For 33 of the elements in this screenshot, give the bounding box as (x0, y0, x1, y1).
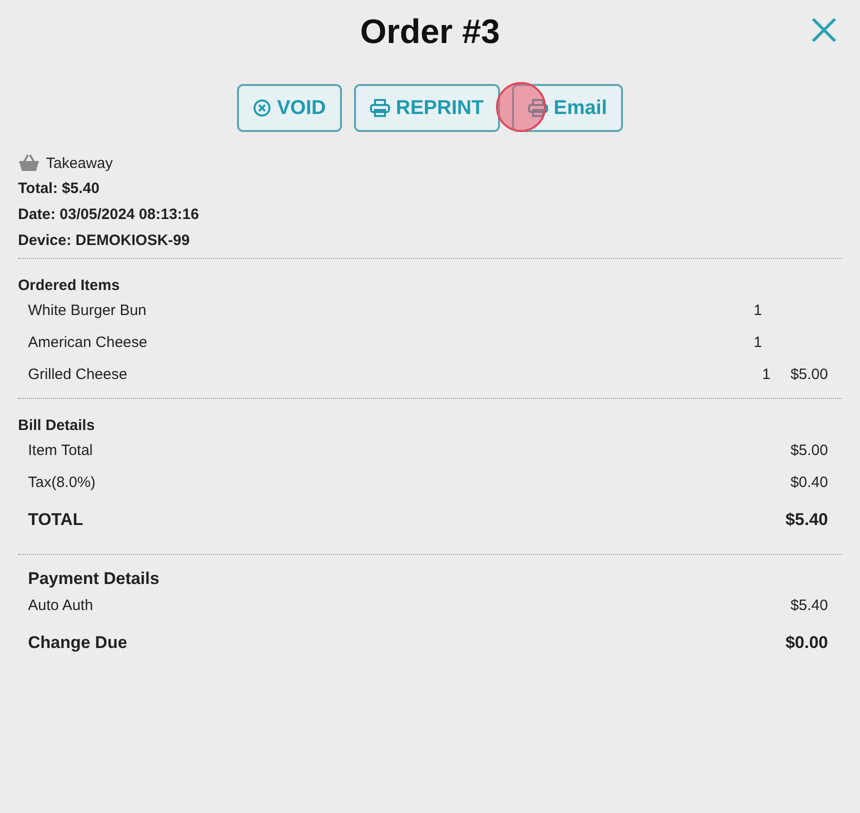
order-title: Order #3 (360, 12, 500, 53)
action-button[interactable]: VOID (236, 84, 342, 132)
printer-icon (370, 99, 390, 117)
line-amount: $0.40 (790, 474, 828, 490)
item-quantity: 1 (754, 302, 762, 318)
order-info: Date: 03/05/2024 08:13:16 (18, 206, 200, 224)
item-price: $5.00 (790, 366, 828, 382)
item-quantity: 1 (762, 366, 770, 382)
total-label: TOTAL (28, 510, 84, 530)
total-label: Change Due (28, 633, 128, 653)
touch-indicator (496, 82, 546, 132)
item-quantity: 1 (754, 334, 762, 350)
line-label: Item Total (28, 442, 94, 458)
line-label: Auto Auth (28, 596, 94, 614)
action-button[interactable]: REPRINT (354, 84, 500, 132)
basket-icon (18, 154, 40, 172)
order-info: Device: DEMOKIOSK-99 (18, 232, 191, 250)
action-button[interactable]: Email (512, 84, 624, 132)
line-amount: $5.00 (790, 442, 828, 458)
cancel-icon (252, 99, 271, 117)
total-amount: $0.00 (785, 633, 828, 653)
item-name: American Cheese (28, 334, 148, 350)
total-amount: $5.40 (785, 510, 828, 530)
section-heading: Payment Details (27, 569, 160, 589)
section-heading: Ordered Items (18, 277, 121, 294)
order-type: Takeaway (46, 154, 113, 172)
item-name: White Burger Bun (28, 302, 148, 318)
line-amount: $5.40 (790, 596, 828, 614)
order-info: Total: $5.40 (18, 180, 100, 198)
line-label: Tax(8.0%) (28, 474, 97, 490)
section-heading: Bill Details (18, 417, 96, 434)
printer-icon (528, 99, 548, 117)
item-name: Grilled Cheese (28, 366, 128, 382)
